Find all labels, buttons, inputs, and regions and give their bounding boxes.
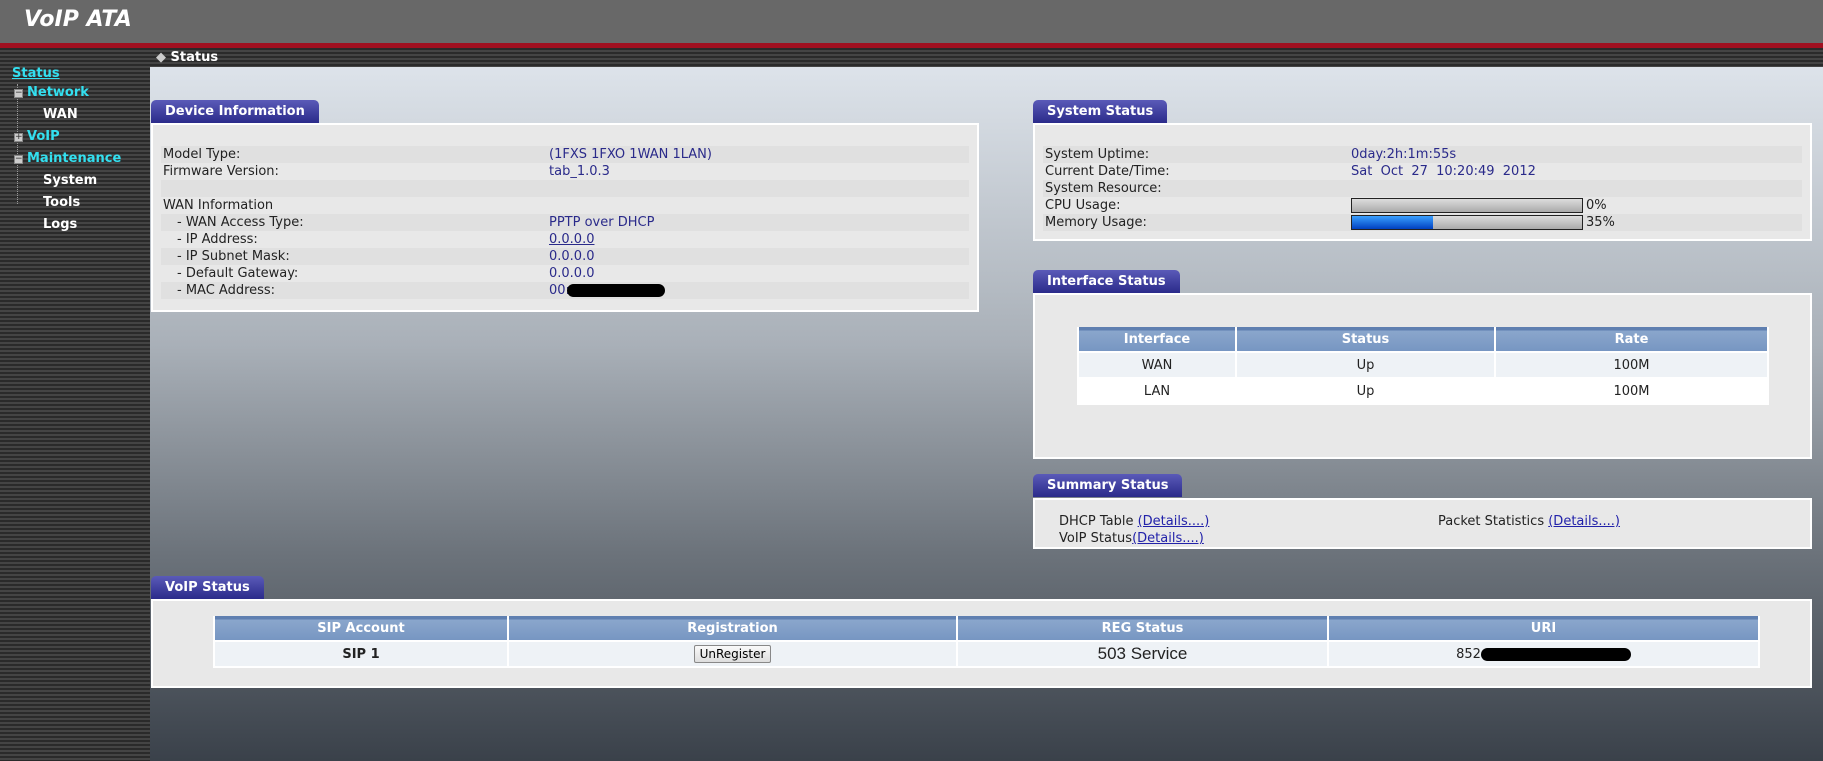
row-label: WAN Information [163,198,274,213]
sidebar-item-wan[interactable]: WAN [43,107,78,122]
row-label: - IP Subnet Mask: [177,249,290,264]
row-value: tab_1.0.3 [549,164,610,179]
system-status-tab: System Status [1033,100,1168,123]
summary-status-tab: Summary Status [1033,474,1183,497]
column-header: Status [1235,327,1496,353]
breadcrumb-label: Status [170,50,219,65]
summary-status-panel: DHCP Table (Details....) VoIP Status(Det… [1033,498,1812,549]
uri-value: 852 [1456,646,1481,662]
redaction-mark [1480,647,1631,661]
cpu-value: 0% [1586,198,1607,213]
column-header: SIP Account [213,616,509,642]
sip-account-cell: SIP 1 [213,640,509,668]
device-info-row: - WAN Access Type: PPTP over DHCP [161,214,969,231]
row-label: Model Type: [163,147,241,162]
sidebar-item-network[interactable]: Network [27,85,89,100]
dhcp-details-link[interactable]: (Details....) [1138,514,1210,529]
resource-label: System Resource: [1045,181,1162,196]
table-row: WAN Up 100M [1077,351,1769,379]
packet-label: Packet Statistics [1438,514,1549,529]
row-label: - MAC Address: [177,283,276,298]
reg-status-cell: 503 Service [956,640,1329,668]
uptime-value: 0day:2h:1m:55s [1351,147,1457,162]
breadcrumb: ◆ Status [150,48,1823,67]
device-info-row: - IP Address: 0.0.0.0 [161,231,969,248]
header: VoIP ATA [0,0,1823,43]
interface-cell: LAN [1077,377,1237,405]
voip-label: VoIP Status [1059,531,1133,546]
uri-cell: 852 [1327,640,1760,668]
date-label: Current Date/Time: [1045,164,1170,179]
unregister-button[interactable]: UnRegister [693,645,772,663]
ip-address-link[interactable]: 0.0.0.0 [549,231,594,248]
device-info-tab: Device Information [151,100,319,123]
uptime-label: System Uptime: [1045,147,1150,162]
column-header: Registration [507,616,958,642]
row-label: - IP Address: [177,232,258,247]
redaction-mark [567,284,665,297]
row-label: - WAN Access Type: [177,215,304,230]
voip-table: SIP Account Registration REG Status URI SIP… [213,616,1760,668]
row-value: (1FXS 1FXO 1WAN 1LAN) [549,147,712,162]
device-info-row [161,180,969,197]
packet-details-link[interactable]: (Details....) [1548,514,1620,529]
sidebar-item-maintenance[interactable]: Maintenance [27,151,121,166]
device-info-row: - MAC Address: 00: [161,282,969,299]
device-info-row: Model Type: (1FXS 1FXO 1WAN 1LAN) [161,146,969,163]
voip-details-link[interactable]: (Details....) [1132,531,1204,546]
rate-cell: 100M [1494,377,1769,405]
system-status-panel: System Uptime: 0day:2h:1m:55s Current Dat… [1033,123,1812,241]
sidebar-item-logs[interactable]: Logs [43,217,77,232]
collapse-icon[interactable]: − [14,89,23,98]
voip-status-tab: VoIP Status [151,576,264,599]
interface-cell: WAN [1077,351,1237,379]
row-label: - Default Gateway: [177,266,299,281]
dhcp-label: DHCP Table [1059,514,1138,529]
interface-table: Interface Status Rate WAN Up 100M LAN Up 100M [1077,327,1769,405]
column-header: Interface [1077,327,1237,353]
diamond-icon: ◆ [156,50,171,65]
column-header: URI [1327,616,1760,642]
memory-label: Memory Usage: [1045,215,1147,230]
collapse-icon[interactable]: − [14,155,23,164]
status-cell: Up [1235,377,1496,405]
sidebar-item-status[interactable]: Status [12,66,60,81]
table-row: SIP 1 UnRegister 503 Service 852 [213,640,1760,668]
date-value: Sat Oct 27 10:20:49 2012 [1351,164,1536,179]
row-label: Firmware Version: [163,164,279,179]
expand-icon[interactable]: + [14,133,23,142]
column-header: Rate [1494,327,1769,353]
memory-value: 35% [1586,215,1615,230]
device-info-row: WAN Information [161,197,969,214]
device-info-row: - Default Gateway: 0.0.0.0 [161,265,969,282]
app-title: VoIP ATA [24,7,132,32]
cpu-usage-bar [1351,198,1583,213]
device-info-panel: Model Type: (1FXS 1FXO 1WAN 1LAN) Firmware… [151,123,979,312]
column-header: REG Status [956,616,1329,642]
rate-cell: 100M [1494,351,1769,379]
tree-line [17,84,18,204]
sidebar: Status − Network WAN + VoIP − Maintenanc… [0,48,150,761]
row-value: 0.0.0.0 [549,266,595,281]
table-row: LAN Up 100M [1077,377,1769,405]
cpu-label: CPU Usage: [1045,198,1121,213]
sidebar-item-system[interactable]: System [43,173,97,188]
status-cell: Up [1235,351,1496,379]
row-value: 0.0.0.0 [549,249,595,264]
row-value: PPTP over DHCP [549,215,655,230]
device-info-row: - IP Subnet Mask: 0.0.0.0 [161,248,969,265]
sidebar-item-voip[interactable]: VoIP [27,129,60,144]
memory-usage-bar [1351,215,1583,230]
interface-status-tab: Interface Status [1033,270,1180,293]
sidebar-item-tools[interactable]: Tools [43,195,80,210]
device-info-row: Firmware Version: tab_1.0.3 [161,163,969,180]
